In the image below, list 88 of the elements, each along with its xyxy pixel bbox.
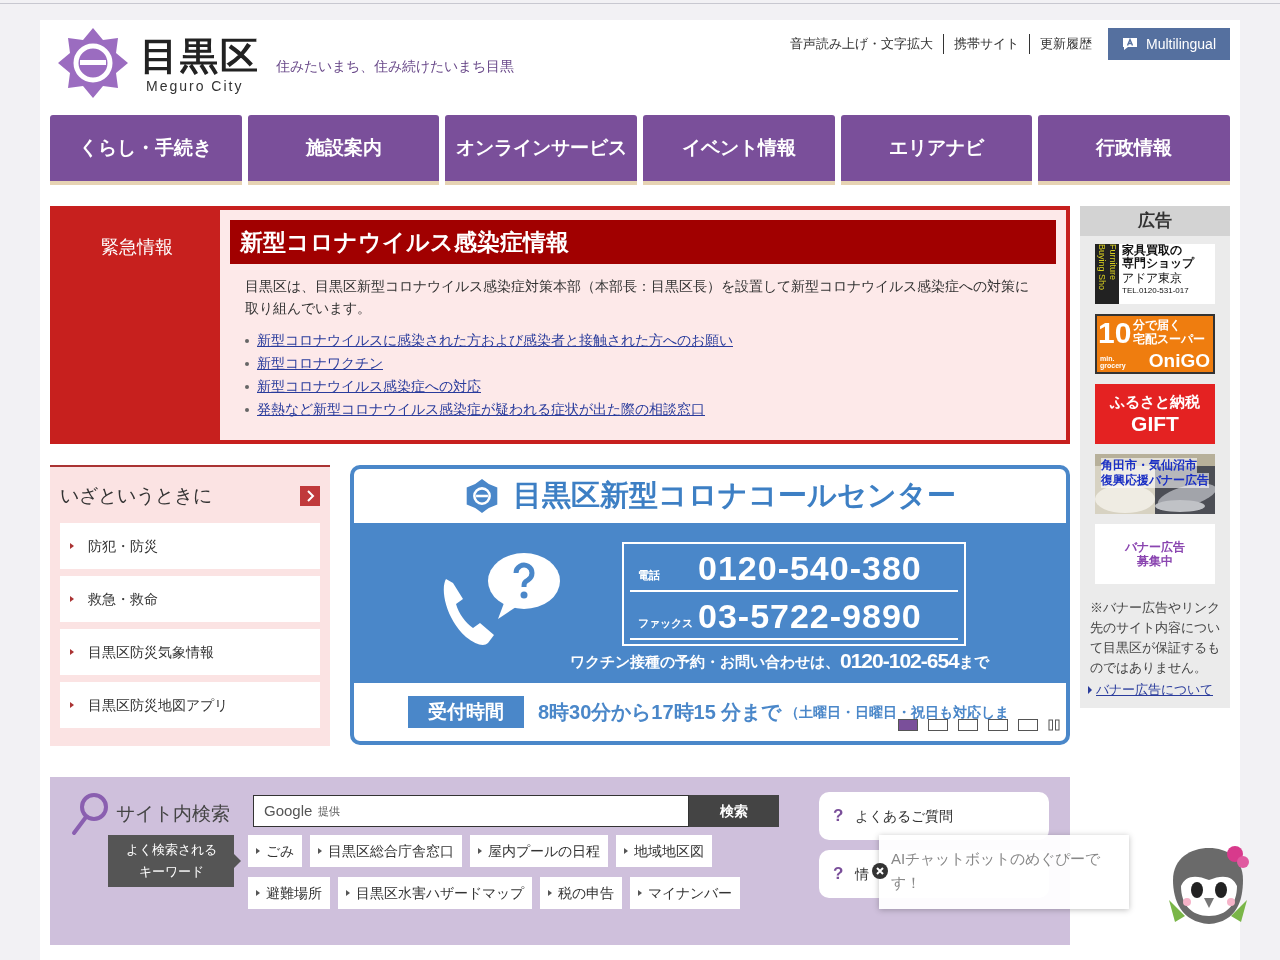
question-mark: ? [833,863,844,886]
city-emblem-icon [464,479,499,513]
question-mark: ? [833,805,844,828]
vaccine-text: ワクチン接種の予約・お問い合わせは、 [570,651,840,672]
vaccine-text: まで [958,651,989,672]
nav-tab[interactable]: 施設案内 [247,115,440,185]
banner-title: 目黒区新型コロナコールセンター [512,478,956,514]
faq-link[interactable]: ? よくあるご質問 [819,792,1049,840]
keyword-link[interactable]: ごみ [248,835,302,867]
header-link[interactable]: 音声読み上げ・文字拡大 [780,34,943,54]
bullet-icon [245,384,249,389]
triangle-icon [256,890,260,896]
phone-number: 0120-540-380 [698,548,922,588]
ad-banner[interactable]: バナー広告 募集中 [1095,524,1215,584]
hours-text: 8時30分から17時15 分まで [538,700,782,725]
keyword-link[interactable]: 税の申告 [540,877,622,909]
contact-label: 電話 [637,567,661,583]
pointer-icon [234,854,241,868]
keyword-link[interactable]: 目黒区水害ハザードマップ [338,877,532,909]
fax-number: 03-5722-9890 [698,596,922,636]
keyword-link[interactable]: マイナンバー [630,877,740,909]
city-name: 目黒区 [140,36,260,76]
ad-banner[interactable]: ふるさと納税 GIFT [1095,384,1215,444]
emergency-link[interactable]: 新型コロナウイルスに感染された方および感染者と接触された方へのお願い [257,330,733,351]
triangle-icon [346,890,350,896]
keyword-link[interactable]: 目黒区総合庁舎窓口 [310,835,462,867]
slide-indicator[interactable] [958,719,978,731]
triangle-icon [624,848,628,854]
emergency-text: 目黒区は、目黒区新型コロナウイルス感染症対策本部（本部長：目黒区長）を設置して新型コロナウイルス感染症への対策に取り組んでいます。 [244,277,1030,318]
triangle-icon [70,702,74,708]
placeholder-text: Google [264,800,313,821]
nav-tab[interactable]: くらし・手続き [50,115,242,185]
emergency-link[interactable]: 新型コロナウイルス感染症への対応 [257,376,481,397]
multilingual-button[interactable]: Multilingual [1108,28,1230,60]
menu-title: いざというときに [60,483,212,508]
triangle-icon [70,649,74,655]
ads-note: ※バナー広告やリンク先のサイト内容について目黒区が保証するものではありません。 [1089,599,1221,677]
triangle-icon [548,890,552,896]
emergency-label: 緊急情報 [101,236,173,259]
translate-icon [1121,37,1138,51]
header-link[interactable]: 更新履歴 [1029,34,1102,54]
slide-indicator[interactable] [988,719,1008,731]
bullet-icon [245,361,249,366]
triangle-icon [638,890,642,896]
search-title: サイト内検索 [116,801,230,826]
city-emblem-icon [58,28,128,98]
nav-tab[interactable]: オンラインサービス [445,115,637,185]
nav-tab[interactable]: 行政情報 [1038,115,1231,185]
hours-note: （土曜日・日曜日・祝日も対応しま [785,702,1010,722]
slide-indicator[interactable] [928,719,948,731]
triangle-icon [70,596,74,602]
keyword-link[interactable]: 屋内プールの日程 [470,835,608,867]
triangle-icon [256,848,260,854]
bullet-icon [245,407,249,412]
emergency-title: 新型コロナウイルス感染症情報 [230,220,1056,264]
chevron-right-icon [300,486,320,506]
ads-link[interactable]: バナー広告について [1096,680,1213,700]
keyword-link[interactable]: 地域地区図 [616,835,712,867]
header-link[interactable]: 携帯サイト [943,34,1029,54]
menu-item[interactable]: 救急・救命 [60,576,320,622]
bullet-icon [245,338,249,343]
search-field[interactable]: Google 提供 [253,795,689,827]
keyword-link[interactable]: 避難場所 [248,877,330,909]
city-name-english: Meguro City [145,77,245,96]
chatbot-message: AIチャットボットのめぐぴーです！ [891,850,1101,891]
emergency-link[interactable]: 新型コロナワクチン [257,353,383,374]
search-button[interactable]: 検索 [689,795,779,827]
pause-icon [1048,719,1060,731]
slide-indicator[interactable] [1018,719,1038,731]
ad-banner[interactable]: 角田市・気仙沼市 復興応援バナー広告 [1095,454,1215,514]
triangle-icon [318,848,322,854]
menu-item[interactable]: 目黒区防災気象情報 [60,629,320,675]
ads-title: 広告 [1080,206,1230,236]
contact-label: ファックス [637,615,694,631]
nav-tab[interactable]: イベント情報 [643,115,835,185]
placeholder-text: 提供 [318,803,341,819]
search-icon [70,791,110,837]
menu-item[interactable]: 防犯・防災 [60,523,320,569]
menu-item[interactable]: 目黒区防災地図アプリ [60,682,320,728]
hours-label: 受付時間 [408,696,524,728]
nav-tab[interactable]: エリアナビ [840,115,1033,185]
emergency-link[interactable]: 発熱など新型コロナウイルス感染症が疑われる症状が出た際の相談窓口 [257,399,705,420]
triangle-icon [478,848,482,854]
keywords-label: よく検索される キーワード [108,835,234,887]
triangle-icon [70,543,74,549]
vaccine-number: 0120-102-654 [840,649,959,673]
triangle-icon [1088,685,1092,694]
tagline: 住みたいまち、住み続けたいまち目黒 [276,57,514,76]
